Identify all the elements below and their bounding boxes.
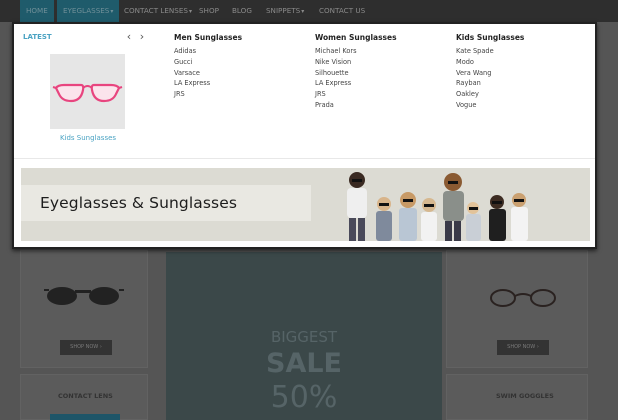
column-title[interactable]: Women Sunglasses [315,31,397,46]
menu-divider [14,158,595,159]
menu-link[interactable]: Nike Vision [315,57,397,68]
menu-link[interactable]: Adidas [174,46,242,57]
menu-link[interactable]: Michael Kors [315,46,397,57]
kids-sunglasses-column: Kids Sunglasses Kate Spade Modo Vera Wan… [456,31,524,111]
menu-link[interactable]: Oakley [456,89,524,100]
promo-banner[interactable]: BIGGEST SALE 50% [166,252,442,420]
menu-link[interactable]: Kate Spade [456,46,524,57]
menu-link[interactable]: LA Express [174,78,242,89]
chevron-left-icon[interactable]: ‹ [124,31,134,43]
nav-contact-us[interactable]: CONTACT US [319,0,365,22]
contact-lens-image [50,414,120,420]
promo-line-3: 50% [270,380,338,415]
menu-link[interactable]: JRS [174,89,242,100]
women-sunglasses-column: Women Sunglasses Michael Kors Nike Visio… [315,31,397,111]
menu-link[interactable]: JRS [315,89,397,100]
men-sunglasses-column: Men Sunglasses Adidas Gucci Varsace LA E… [174,31,242,100]
nav-blog[interactable]: BLOG [232,0,252,22]
chevron-down-icon: ▾ [110,8,114,15]
menu-link[interactable]: Prada [315,100,397,111]
sunglasses-icon [44,287,124,305]
shop-now-left-button[interactable]: SHOP NOW › [60,340,112,355]
mega-menu-dropdown: LATEST ‹ › Kids Sunglasses Men Sunglasse… [12,22,597,249]
product-thumbnail[interactable] [50,54,125,129]
nav-shop[interactable]: SHOP [199,0,219,22]
chevron-right-icon[interactable]: › [137,31,147,43]
nav-contact-lenses[interactable]: CONTACT LENSES▾ [124,0,192,22]
kids-photo [347,172,528,241]
chevron-down-icon: ▾ [301,8,305,15]
nav-snippets[interactable]: SNIPPETS▾ [266,0,304,22]
nav-home[interactable]: HOME [20,0,54,22]
menu-link[interactable]: Varsace [174,68,242,79]
shop-now-right-button[interactable]: SHOP NOW › [497,340,549,355]
eyeglasses-banner[interactable]: Eyeglasses & Sunglasses [21,168,590,241]
nav-eyeglasses[interactable]: EYEGLASSES▾ [57,0,120,22]
column-title[interactable]: Kids Sunglasses [456,31,524,46]
menu-link[interactable]: Silhouette [315,68,397,79]
top-nav: HOME EYEGLASSES▾ CONTACT LENSES▾ SHOP BL… [0,0,618,22]
chevron-down-icon: ▾ [188,8,192,15]
promo-line-2: SALE [266,348,342,379]
product-caption-link[interactable]: Kids Sunglasses [44,134,132,142]
menu-link[interactable]: Vogue [456,100,524,111]
menu-link[interactable]: Modo [456,57,524,68]
menu-link[interactable]: Gucci [174,57,242,68]
contact-lens-title: CONTACT LENS [58,392,113,400]
eyeglasses-icon [490,289,556,307]
column-title[interactable]: Men Sunglasses [174,31,242,46]
pink-eyeglasses-icon [52,83,123,103]
swim-goggles-title: SWIM GOGGLES [496,392,554,400]
menu-link[interactable]: LA Express [315,78,397,89]
menu-link[interactable]: Vera Wang [456,68,524,79]
latest-heading: LATEST [23,33,52,41]
banner-title: Eyeglasses & Sunglasses [40,194,238,212]
menu-link[interactable]: Rayban [456,78,524,89]
promo-line-1: BIGGEST [270,328,338,346]
